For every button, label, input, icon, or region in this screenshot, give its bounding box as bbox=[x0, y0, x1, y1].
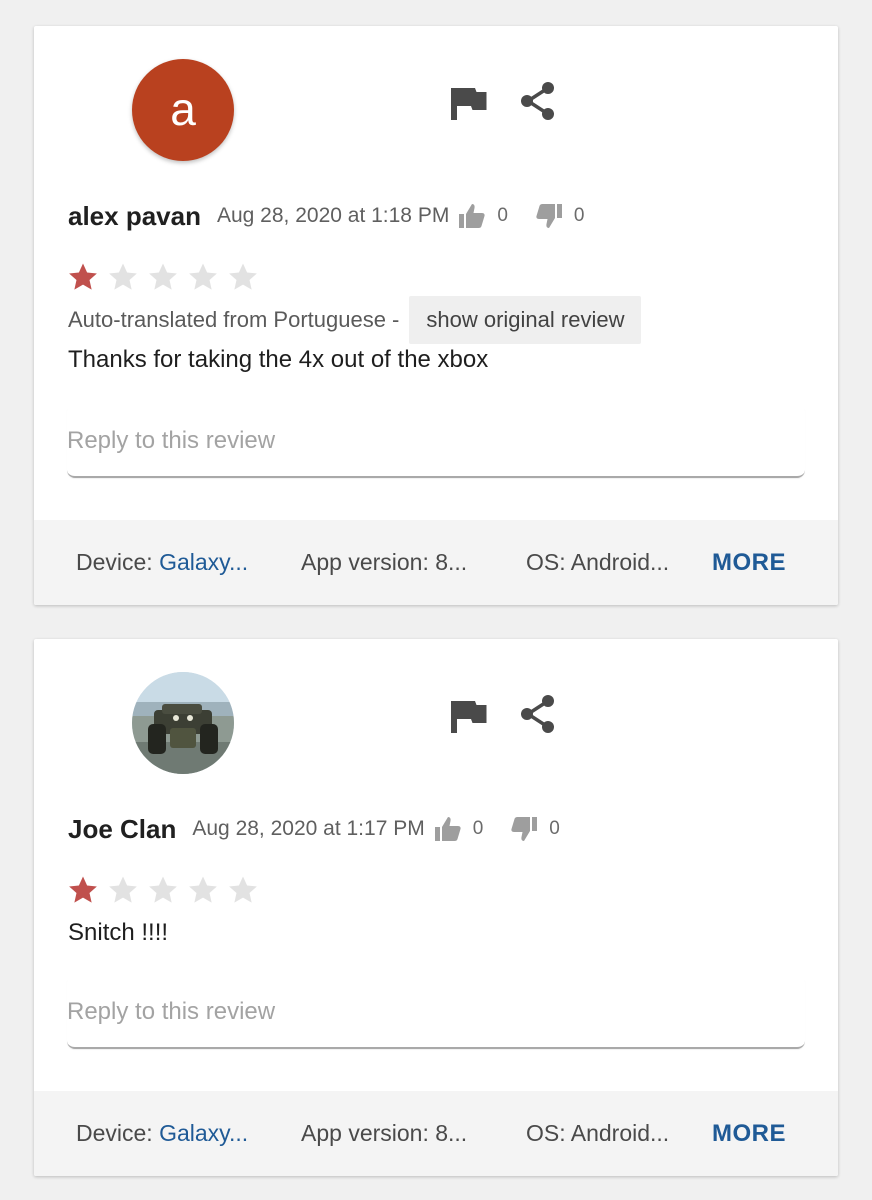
review-text: Thanks for taking the 4x out of the xbox bbox=[68, 346, 489, 373]
reply-box[interactable] bbox=[67, 975, 805, 1049]
show-original-button[interactable]: show original review bbox=[409, 296, 642, 344]
review-date: Aug 28, 2020 at 1:17 PM bbox=[192, 817, 425, 840]
star-empty-icon bbox=[186, 260, 226, 296]
review-text: Snitch !!!! bbox=[68, 919, 169, 946]
star-empty-icon bbox=[226, 873, 266, 909]
star-empty-icon bbox=[106, 873, 146, 909]
app-version: App version: 8... bbox=[301, 549, 468, 575]
more-button[interactable]: MORE bbox=[712, 549, 786, 577]
upvote-button[interactable]: 0 bbox=[457, 201, 508, 231]
share-icon[interactable] bbox=[518, 693, 558, 733]
star-empty-icon bbox=[146, 260, 186, 296]
thumbs-up-icon bbox=[434, 817, 461, 841]
downvote-button[interactable]: 0 bbox=[509, 814, 560, 844]
avatar-letter: a bbox=[170, 83, 196, 135]
author-name: Joe Clan bbox=[68, 813, 177, 844]
star-filled-icon bbox=[66, 873, 106, 909]
downvote-count: 0 bbox=[573, 205, 585, 226]
device-link[interactable]: Galaxy... bbox=[159, 549, 248, 575]
reply-input[interactable] bbox=[67, 416, 805, 466]
review-card: a alex pavan Aug 28, 2020 at 1:18 PM 0 0… bbox=[34, 26, 838, 605]
review-meta: Joe Clan Aug 28, 2020 at 1:17 PM 0 0 bbox=[68, 809, 560, 849]
share-icon[interactable] bbox=[518, 80, 558, 120]
os-info: OS: Android... bbox=[526, 1120, 670, 1146]
downvote-count: 0 bbox=[549, 818, 560, 839]
upvote-count: 0 bbox=[472, 818, 484, 839]
more-button[interactable]: MORE bbox=[712, 1120, 786, 1148]
reply-input[interactable] bbox=[67, 987, 805, 1037]
review-card: Joe Clan Aug 28, 2020 at 1:17 PM 0 0 Sni… bbox=[34, 639, 838, 1176]
user-avatar bbox=[132, 672, 234, 774]
user-avatar: a bbox=[132, 59, 234, 161]
review-meta: alex pavan Aug 28, 2020 at 1:18 PM 0 0 bbox=[68, 196, 584, 236]
star-empty-icon bbox=[146, 873, 186, 909]
thumbs-down-icon bbox=[536, 204, 562, 228]
thumbs-up-icon bbox=[459, 204, 485, 228]
device-info: Device: Galaxy... bbox=[76, 1120, 248, 1147]
star-rating bbox=[66, 260, 266, 296]
author-name: alex pavan bbox=[68, 200, 201, 231]
review-footer: Device: Galaxy... App version: 8... OS: … bbox=[34, 520, 838, 605]
os-info: OS: Android... bbox=[526, 549, 670, 575]
upvote-button[interactable]: 0 bbox=[433, 814, 484, 844]
atv-photo-avatar bbox=[132, 672, 234, 774]
device-label: Device: bbox=[76, 1120, 153, 1146]
thumbs-down-icon bbox=[511, 817, 538, 841]
flag-icon[interactable] bbox=[447, 695, 487, 735]
star-filled-icon bbox=[66, 260, 106, 296]
upvote-count: 0 bbox=[497, 205, 508, 226]
star-empty-icon bbox=[186, 873, 226, 909]
star-empty-icon bbox=[226, 260, 266, 296]
star-empty-icon bbox=[106, 260, 146, 296]
device-info: Device: Galaxy... bbox=[76, 549, 248, 576]
review-date: Aug 28, 2020 at 1:18 PM bbox=[216, 204, 450, 227]
downvote-button[interactable]: 0 bbox=[534, 201, 585, 231]
reply-box[interactable] bbox=[67, 404, 805, 478]
flag-icon[interactable] bbox=[447, 82, 487, 122]
translated-label: Auto-translated from Portuguese - bbox=[68, 307, 400, 332]
star-rating bbox=[66, 873, 266, 909]
app-version: App version: 8... bbox=[301, 1120, 468, 1146]
device-label: Device: bbox=[76, 549, 153, 575]
device-link[interactable]: Galaxy... bbox=[159, 1120, 248, 1146]
review-footer: Device: Galaxy... App version: 8... OS: … bbox=[34, 1091, 838, 1176]
translation-notice: Auto-translated from Portuguese - show o… bbox=[68, 296, 642, 344]
